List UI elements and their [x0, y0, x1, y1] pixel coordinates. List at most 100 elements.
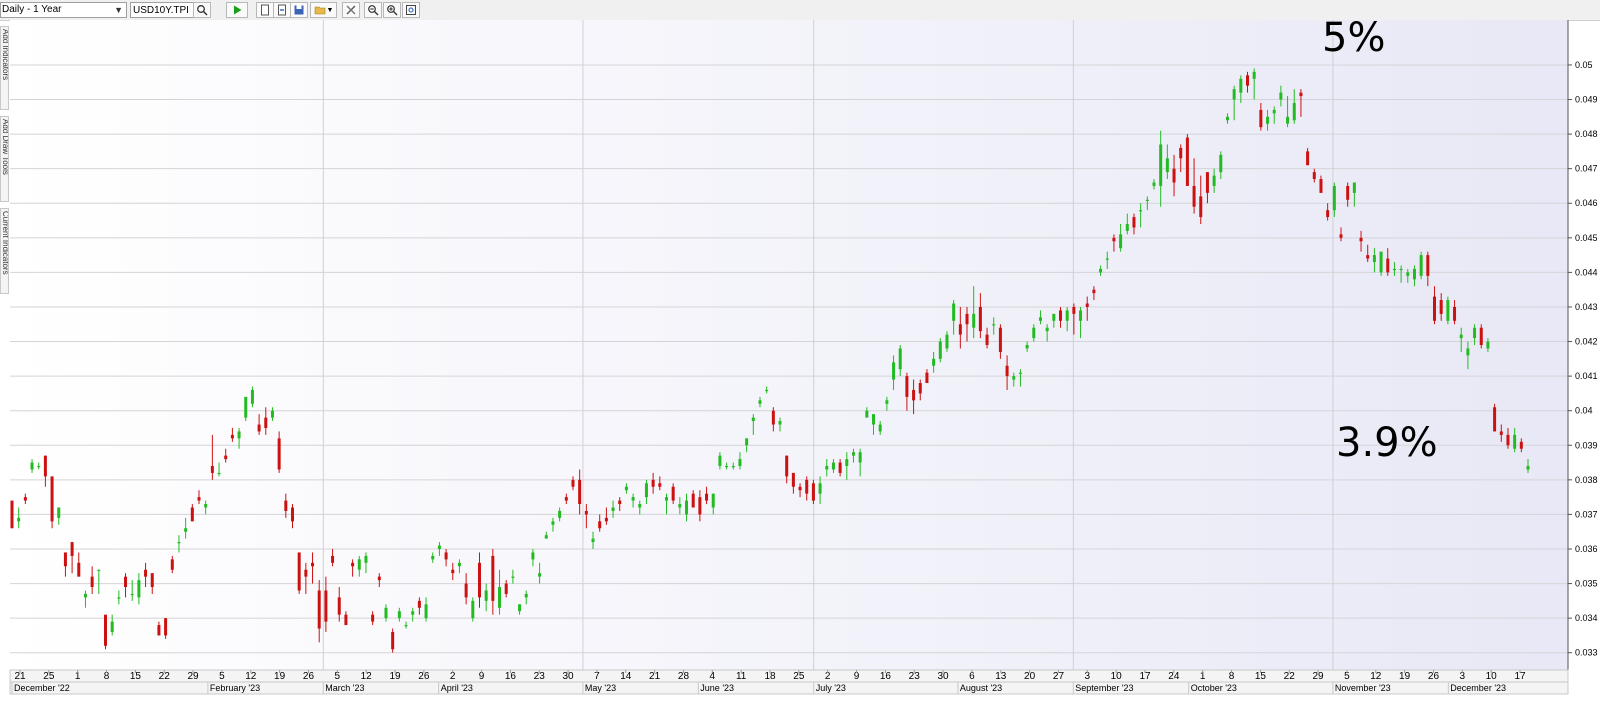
- candle-body: [404, 625, 408, 627]
- candle-body: [511, 576, 515, 578]
- candle-body: [1486, 341, 1490, 349]
- handwritten-note-high: 5%: [1322, 15, 1386, 61]
- candle-body: [1212, 175, 1216, 186]
- candle-body: [197, 497, 201, 501]
- candle-body: [1012, 376, 1016, 380]
- y-tick-label: 0.036: [1575, 544, 1598, 554]
- candle-body: [1453, 306, 1457, 321]
- candle-body: [337, 597, 341, 615]
- candle-body: [765, 389, 769, 392]
- candle-body: [1499, 431, 1503, 435]
- y-tick-label: 0.046: [1575, 198, 1598, 208]
- candle-body: [357, 559, 361, 570]
- fit-chart-button[interactable]: [402, 2, 420, 18]
- export-button[interactable]: [273, 2, 291, 18]
- price-chart[interactable]: 0.033 0.034 0.035 0.036 0.037 0.038 0.039 0.04 0…: [0, 20, 1600, 709]
- candle-body: [638, 504, 642, 508]
- y-tick-label: 0.034: [1575, 613, 1598, 623]
- candle-body: [1059, 310, 1063, 321]
- export-page-icon: [278, 4, 286, 16]
- candle-body: [1099, 268, 1103, 273]
- symbol-input[interactable]: [130, 2, 194, 18]
- candle-body: [1119, 234, 1123, 249]
- candle-body: [805, 479, 809, 494]
- candle-body: [918, 383, 922, 394]
- candle-body: [711, 493, 715, 508]
- candle-body: [117, 597, 121, 599]
- candle-body: [83, 593, 87, 598]
- candle-body: [731, 466, 735, 468]
- candle-body: [1165, 158, 1169, 173]
- candle-body: [1192, 185, 1196, 207]
- open-button[interactable]: ▼: [310, 2, 337, 18]
- candle-body: [498, 587, 502, 608]
- candle-body: [1379, 251, 1383, 273]
- x-month-label: December '22: [14, 683, 70, 693]
- candle-body: [584, 510, 588, 515]
- candle-body: [37, 466, 41, 468]
- candle-body: [524, 593, 528, 598]
- candle-body: [491, 555, 495, 601]
- candle-body: [1219, 154, 1223, 173]
- chevron-down-icon: ▼: [114, 5, 123, 15]
- candle-body: [624, 486, 628, 491]
- candle-body: [1506, 434, 1510, 446]
- search-button[interactable]: [193, 2, 211, 18]
- candle-body: [1025, 345, 1029, 349]
- candle-body: [838, 462, 842, 473]
- candle-body: [1386, 258, 1390, 273]
- save-button[interactable]: [290, 2, 308, 18]
- candle-body: [865, 410, 869, 418]
- floppy-disk-icon: [294, 5, 304, 15]
- candle-body: [264, 417, 268, 428]
- candle-body: [1352, 182, 1356, 193]
- candle-body: [1306, 151, 1310, 166]
- candle-body: [1205, 172, 1209, 193]
- candle-body: [1292, 102, 1296, 121]
- settings-button[interactable]: [342, 2, 360, 18]
- candle-body: [1132, 217, 1136, 228]
- candle-body: [437, 545, 441, 549]
- play-button[interactable]: [226, 2, 248, 18]
- candle-body: [1312, 172, 1316, 180]
- candle-body: [952, 303, 956, 321]
- candle-body: [644, 483, 648, 498]
- y-tick-label: 0.035: [1575, 579, 1598, 589]
- candle-body: [90, 576, 94, 588]
- candle-body: [1092, 289, 1096, 294]
- period-select[interactable]: Daily - 1 Year ▼: [0, 2, 127, 18]
- candle-body: [685, 500, 689, 515]
- candle-body: [1105, 258, 1109, 260]
- new-chart-button[interactable]: [256, 2, 274, 18]
- candle-body: [77, 562, 81, 577]
- candle-body: [1159, 144, 1163, 186]
- y-tick-label: 0.04: [1575, 406, 1593, 416]
- candle-body: [938, 341, 942, 359]
- candle-body: [1272, 109, 1276, 114]
- candle-body: [1299, 92, 1303, 97]
- candle-body: [10, 500, 14, 529]
- zoom-out-button[interactable]: [364, 2, 382, 18]
- candle-body: [872, 414, 876, 425]
- candle-body: [1406, 272, 1410, 276]
- candle-body: [998, 327, 1002, 352]
- candle-body: [70, 542, 74, 556]
- candle-body: [972, 313, 976, 328]
- candle-body: [177, 542, 181, 544]
- candle-body: [851, 452, 855, 456]
- x-month-label: May '23: [585, 683, 616, 693]
- candle-body: [1125, 223, 1129, 231]
- candle-body: [210, 466, 214, 473]
- candle-body: [431, 555, 435, 560]
- candle-body: [598, 521, 602, 529]
- x-month-label: September '23: [1075, 683, 1133, 693]
- y-axis-ticks: 0.033 0.034 0.035 0.036 0.037 0.038 0.039 0.04 0…: [1568, 60, 1598, 658]
- candle-body: [311, 562, 315, 567]
- candle-body: [898, 348, 902, 370]
- candle-body: [1239, 78, 1243, 93]
- zoom-in-button[interactable]: [383, 2, 401, 18]
- candle-body: [1459, 334, 1463, 339]
- candle-body: [1286, 116, 1290, 124]
- candle-body: [504, 583, 508, 594]
- candle-body: [1259, 109, 1263, 128]
